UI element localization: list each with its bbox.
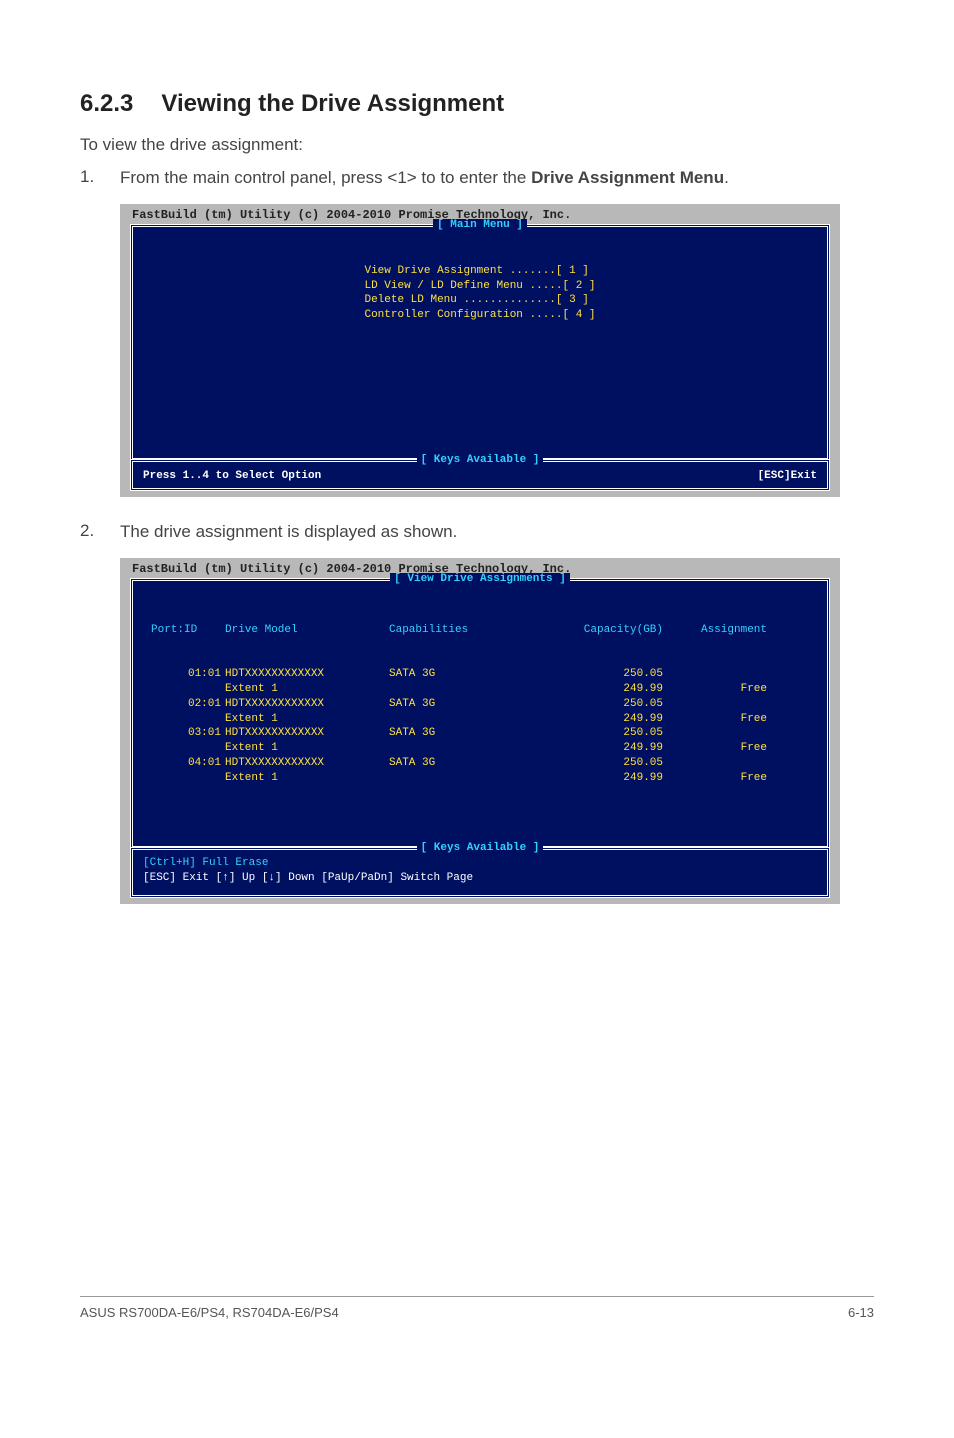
cell-capacity: 250.05 <box>533 726 663 741</box>
col-port: Port:ID <box>151 623 221 638</box>
console-1-inner: [ Main Menu ] View Drive Assignment ....… <box>130 224 830 461</box>
cell-capabilities: SATA 3G <box>389 697 529 712</box>
keys-body: [Ctrl+H] Full Erase [ESC] Exit [↑] Up [↓… <box>133 852 827 895</box>
cell-assignment <box>667 756 767 771</box>
step-2-body: The drive assignment is displayed as sho… <box>120 521 874 544</box>
table-header-row: Port:ID Drive Model Capabilities Capacit… <box>151 623 809 638</box>
cell-assignment <box>667 667 767 682</box>
table-row: 01:01 HDTXXXXXXXXXXXX SATA 3G 250.05 <box>151 667 809 682</box>
cell-assignment <box>667 697 767 712</box>
table-row: 03:01 HDTXXXXXXXXXXXX SATA 3G 250.05 <box>151 726 809 741</box>
keys-available-label-1: [ Keys Available ] <box>133 452 827 464</box>
keys-line-2: [ESC] Exit [↑] Up [↓] Down [PaUp/PaDn] S… <box>143 871 817 886</box>
cell-extent-label: Extent 1 <box>225 682 385 697</box>
cell-model: HDTXXXXXXXXXXXX <box>225 697 385 712</box>
cell-model: HDTXXXXXXXXXXXX <box>225 667 385 682</box>
step-1-body: From the main control panel, press <1> t… <box>120 167 874 190</box>
menu-item-1: View Drive Assignment .......[ 1 ] <box>364 265 588 277</box>
keys-available-label-2-text: [ Keys Available ] <box>417 842 544 854</box>
keys-line-1: [Ctrl+H] Full Erase <box>143 856 817 871</box>
main-menu-label-text: [ Main Menu ] <box>433 219 527 231</box>
cell-extent-assignment: Free <box>667 682 767 697</box>
view-assignments-label-text: [ View Drive Assignments ] <box>390 573 570 585</box>
cell-extent-capacity: 249.99 <box>533 682 663 697</box>
col-model: Drive Model <box>225 623 385 638</box>
step-1-post: . <box>724 168 729 187</box>
step-1-bold: Drive Assignment Menu <box>531 168 724 187</box>
table-row-extent: Extent 1 249.99 Free <box>151 741 809 756</box>
step-1-pre: From the main control panel, press <1> t… <box>120 168 531 187</box>
cell-extent-label: Extent 1 <box>225 712 385 727</box>
page-footer: ASUS RS700DA-E6/PS4, RS704DA-E6/PS4 6-13 <box>80 1296 874 1320</box>
table-row: 02:01 HDTXXXXXXXXXXXX SATA 3G 250.05 <box>151 697 809 712</box>
cell-capabilities: SATA 3G <box>389 667 529 682</box>
drive-assignment-table: Port:ID Drive Model Capabilities Capacit… <box>133 583 827 846</box>
main-menu-list: View Drive Assignment .......[ 1 ] LD Vi… <box>133 229 827 458</box>
esc-exit-text: [ESC]Exit <box>758 470 817 482</box>
cell-model: HDTXXXXXXXXXXXX <box>225 726 385 741</box>
press-row: Press 1..4 to Select Option [ESC]Exit <box>133 464 827 488</box>
console-1: FastBuild (tm) Utility (c) 2004-2010 Pro… <box>120 204 840 497</box>
cell-assignment <box>667 726 767 741</box>
step-2: 2. The drive assignment is displayed as … <box>80 521 874 544</box>
console-2: FastBuild (tm) Utility (c) 2004-2010 Pro… <box>120 558 840 904</box>
menu-item-4: Controller Configuration .....[ 4 ] <box>364 309 595 321</box>
table-row-extent: Extent 1 249.99 Free <box>151 771 809 786</box>
col-assignment: Assignment <box>667 623 767 638</box>
step-1: 1. From the main control panel, press <1… <box>80 167 874 190</box>
intro-text: To view the drive assignment: <box>80 134 874 157</box>
menu-item-3: Delete LD Menu ..............[ 3 ] <box>364 294 588 306</box>
console-2-keys-box: [ Keys Available ] [Ctrl+H] Full Erase [… <box>130 847 830 898</box>
console-1-keys-box: [ Keys Available ] Press 1..4 to Select … <box>130 459 830 491</box>
section-heading: 6.2.3 Viewing the Drive Assignment <box>80 90 874 118</box>
col-capacity: Capacity(GB) <box>533 623 663 638</box>
cell-capacity: 250.05 <box>533 756 663 771</box>
step-1-number: 1. <box>80 167 120 190</box>
footer-right: 6-13 <box>848 1305 874 1320</box>
main-menu-label: [ Main Menu ] <box>133 217 827 229</box>
cell-port: 04:01 <box>151 756 221 771</box>
footer-left: ASUS RS700DA-E6/PS4, RS704DA-E6/PS4 <box>80 1305 339 1320</box>
keys-available-label-1-text: [ Keys Available ] <box>417 454 544 466</box>
col-capabilities: Capabilities <box>389 623 529 638</box>
cell-capabilities: SATA 3G <box>389 726 529 741</box>
menu-item-2: LD View / LD Define Menu .....[ 2 ] <box>364 280 595 292</box>
cell-extent-capacity: 249.99 <box>533 771 663 786</box>
step-2-number: 2. <box>80 521 120 544</box>
keys-available-label-2: [ Keys Available ] <box>133 840 827 852</box>
page: 6.2.3 Viewing the Drive Assignment To vi… <box>0 0 954 1360</box>
cell-port: 03:01 <box>151 726 221 741</box>
cell-extent-assignment: Free <box>667 712 767 727</box>
console-2-inner: [ View Drive Assignments ] Port:ID Drive… <box>130 578 830 849</box>
cell-extent-capacity: 249.99 <box>533 712 663 727</box>
press-text: Press 1..4 to Select Option <box>143 470 321 482</box>
table-row-extent: Extent 1 249.99 Free <box>151 712 809 727</box>
cell-model: HDTXXXXXXXXXXXX <box>225 756 385 771</box>
cell-extent-label: Extent 1 <box>225 741 385 756</box>
cell-extent-assignment: Free <box>667 741 767 756</box>
cell-capacity: 250.05 <box>533 697 663 712</box>
cell-port: 02:01 <box>151 697 221 712</box>
cell-capacity: 250.05 <box>533 667 663 682</box>
view-assignments-label: [ View Drive Assignments ] <box>133 571 827 583</box>
cell-port: 01:01 <box>151 667 221 682</box>
cell-extent-assignment: Free <box>667 771 767 786</box>
cell-extent-label: Extent 1 <box>225 771 385 786</box>
cell-capabilities: SATA 3G <box>389 756 529 771</box>
table-row-extent: Extent 1 249.99 Free <box>151 682 809 697</box>
section-number: 6.2.3 <box>80 90 133 118</box>
section-title: Viewing the Drive Assignment <box>161 90 504 118</box>
table-row: 04:01 HDTXXXXXXXXXXXX SATA 3G 250.05 <box>151 756 809 771</box>
cell-extent-capacity: 249.99 <box>533 741 663 756</box>
